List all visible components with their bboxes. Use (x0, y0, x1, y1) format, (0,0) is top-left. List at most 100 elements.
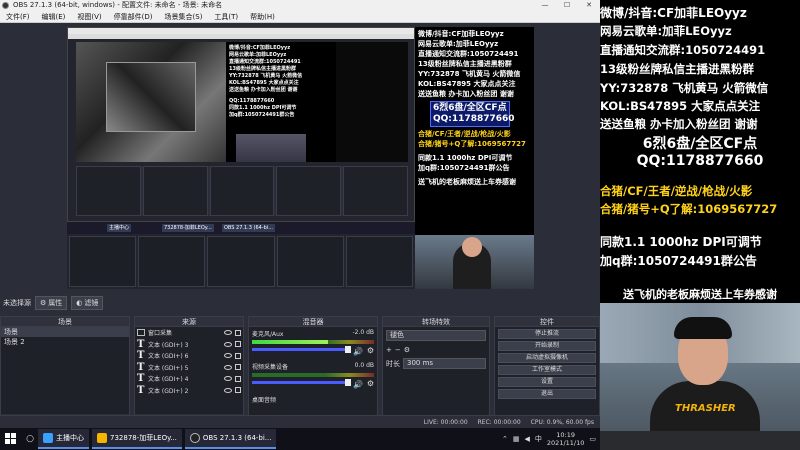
taskbar-app-streamer-center[interactable]: 主播中心 (38, 429, 89, 449)
nested-lower-docks (67, 234, 415, 289)
search-icon[interactable]: ○ (22, 434, 38, 444)
menu-scene-collection[interactable]: 场景集合(S) (159, 11, 209, 22)
lock-icon[interactable] (235, 341, 241, 348)
scene-item[interactable]: 场景 2 (1, 337, 129, 347)
text-source-icon: T (137, 373, 145, 385)
overlay-line: 13级粉丝牌私信主播进黑粉群 (600, 62, 755, 76)
overlay-yellow-line: 合猪/CF/王者/逆战/枪战/火影 (600, 184, 753, 198)
menu-file[interactable]: 文件(F) (0, 11, 36, 22)
tray-expand-icon[interactable]: ⌃ (502, 435, 508, 443)
menu-help[interactable]: 帮助(H) (244, 11, 281, 22)
visibility-icon[interactable] (224, 364, 232, 370)
preview-area: 微博/抖音:CF加菲LEOyyz 网易云歌单:加菲LEOyyz 直播通知交流群:… (0, 23, 600, 295)
menu-docks[interactable]: 停靠部件(D) (108, 11, 159, 22)
text-source-icon: T (137, 338, 145, 350)
taskbar-app-browser[interactable]: 732878-加菲LEOy... (92, 429, 182, 449)
text-source-icon: T (137, 350, 145, 362)
duration-label: 时长 (386, 359, 400, 368)
webcam-feed: THRASHER (600, 303, 800, 450)
close-button[interactable]: ✕ (578, 0, 600, 11)
start-recording-button[interactable]: 开始录制 (498, 341, 596, 351)
menu-tools[interactable]: 工具(T) (208, 11, 244, 22)
duration-input[interactable]: 300 ms (403, 358, 486, 369)
windows-start-icon[interactable] (0, 428, 22, 450)
menu-edit[interactable]: 编辑(E) (36, 11, 72, 22)
live-status: LIVE: 00:00:00 (423, 418, 468, 426)
text-source-icon: T (137, 361, 145, 373)
lock-icon[interactable] (235, 329, 241, 336)
taskbar-clock[interactable]: 10:19 2021/11/10 (547, 431, 584, 447)
menu-view[interactable]: 视图(V) (71, 11, 107, 22)
volume-icon[interactable]: ◀ (525, 435, 530, 443)
remove-transition-icon[interactable]: − (395, 346, 401, 354)
taskbar-app-obs[interactable]: OBS 27.1.3 (64-bi... (184, 429, 277, 449)
channel-gear-icon[interactable]: ⚙ (367, 379, 374, 388)
source-item[interactable]: T 文本 (GDI+) 6 (135, 350, 243, 362)
controls-header: 控件 (495, 317, 599, 327)
obs-window: OBS 27.1.3 (64-bit, windows) - 配置文件: 未命名… (0, 0, 600, 428)
nested-right-overlay: 微博/抖音:CF加菲LEOyyz 网易云歌单:加菲LEOyyz 直播通知交流群:… (415, 27, 534, 289)
network-icon[interactable]: ▦ (513, 435, 520, 443)
source-item[interactable]: T 文本 (GDI+) 5 (135, 362, 243, 374)
speaker-icon[interactable]: 🔊 (353, 380, 363, 389)
overlay-line: 加q群:1050724491群公告 (600, 254, 757, 268)
lock-icon[interactable] (235, 375, 241, 382)
obs-app-icon (2, 2, 9, 9)
overlay-highlight: 6烈6盘/全区CF点 (642, 136, 758, 152)
source-toolbar: 未选择源 ⚙ 属性 ◐ 滤镜 (0, 295, 600, 311)
nested-taskbar: 主播中心 732878-加菲LEOy... OBS 27.1.3 (64-bi.… (67, 222, 415, 234)
sources-panel: 来源 窗口采集 T 文本 (GDI+) 3 T 文本 (GDI+) 6 T 文本… (134, 316, 244, 428)
streamer-center-icon (43, 433, 53, 443)
notification-icon[interactable]: ▭ (589, 435, 596, 443)
volume-meter (252, 373, 374, 377)
visibility-icon[interactable] (224, 387, 232, 393)
transition-select[interactable]: 褪色 (386, 330, 486, 341)
windows-taskbar: ○ 主播中心 732878-加菲LEOy... OBS 27.1.3 (64-b… (0, 428, 600, 450)
volume-slider[interactable] (252, 346, 352, 353)
source-item[interactable]: 窗口采集 (135, 327, 243, 339)
source-item[interactable]: T 文本 (GDI+) 3 (135, 339, 243, 351)
stop-streaming-button[interactable]: 停止推流 (498, 329, 596, 339)
lock-icon[interactable] (235, 387, 241, 394)
transition-gear-icon[interactable]: ⚙ (404, 346, 410, 354)
audio-mixer-panel: 混音器 麦克风/Aux -2.0 dB 🔊 ⚙ 视频采集设备 0.0 dB 🔊 ⚙ (248, 316, 378, 428)
start-virtual-camera-button[interactable]: 启动虚拟摄像机 (498, 353, 596, 363)
volume-slider[interactable] (252, 379, 352, 386)
channel-gear-icon[interactable]: ⚙ (367, 346, 374, 355)
transitions-panel: 转场特效 褪色 + − ⚙ 时长 300 ms (382, 316, 490, 428)
source-item[interactable]: T 文本 (GDI+) 4 (135, 373, 243, 385)
visibility-icon[interactable] (224, 341, 232, 347)
filter-icon: ◐ (76, 299, 83, 307)
settings-button[interactable]: 设置 (498, 377, 596, 387)
visibility-icon[interactable] (224, 353, 232, 359)
window-title: OBS 27.1.3 (64-bit, windows) - 配置文件: 未命名… (13, 1, 223, 9)
ime-icon[interactable]: 中 (535, 434, 542, 444)
lock-icon[interactable] (235, 352, 241, 359)
lock-icon[interactable] (235, 364, 241, 371)
nested-highlight-box: 6烈6盘/全区CF点 QQ:1178877660 (430, 101, 515, 127)
overlay-line: 同款1.1 1000hz DPI可调节 (600, 235, 762, 249)
gear-icon: ⚙ (40, 299, 47, 307)
speaker-icon[interactable]: 🔊 (353, 347, 363, 356)
visibility-icon[interactable] (224, 330, 232, 336)
minimize-button[interactable]: — (534, 0, 556, 11)
overlay-line: 送送鱼粮 办卡加入粉丝团 谢谢 (600, 117, 758, 131)
studio-mode-button[interactable]: 工作室模式 (498, 365, 596, 375)
maximize-button[interactable]: ☐ (556, 0, 578, 11)
nested-obs-window: 微博/抖音:CF加菲LEOyyz 网易云歌单:加菲LEOyyz 直播通知交流群:… (67, 27, 415, 222)
properties-button[interactable]: ⚙ 属性 (35, 296, 68, 310)
preview-canvas[interactable]: 微博/抖音:CF加菲LEOyyz 网易云歌单:加菲LEOyyz 直播通知交流群:… (67, 27, 534, 289)
overlay-line: 微博/抖音:CF加菲LEOyyz (600, 6, 747, 20)
browser-icon (97, 433, 107, 443)
exit-button[interactable]: 退出 (498, 389, 596, 399)
mixer-header: 混音器 (249, 317, 377, 327)
overlay-line: 网易云歌单:加菲LEOyyz (600, 24, 732, 38)
scene-item[interactable]: 场景 (1, 327, 129, 337)
source-item[interactable]: T 文本 (GDI+) 2 (135, 385, 243, 397)
status-bar: LIVE: 00:00:00 REC: 00:00:00 CPU: 0.9%, … (0, 415, 600, 428)
filters-button[interactable]: ◐ 滤镜 (71, 296, 104, 310)
menu-bar: 文件(F) 编辑(E) 视图(V) 停靠部件(D) 场景集合(S) 工具(T) … (0, 11, 600, 23)
add-transition-icon[interactable]: + (386, 346, 392, 354)
visibility-icon[interactable] (224, 376, 232, 382)
text-source-icon: T (137, 384, 145, 396)
